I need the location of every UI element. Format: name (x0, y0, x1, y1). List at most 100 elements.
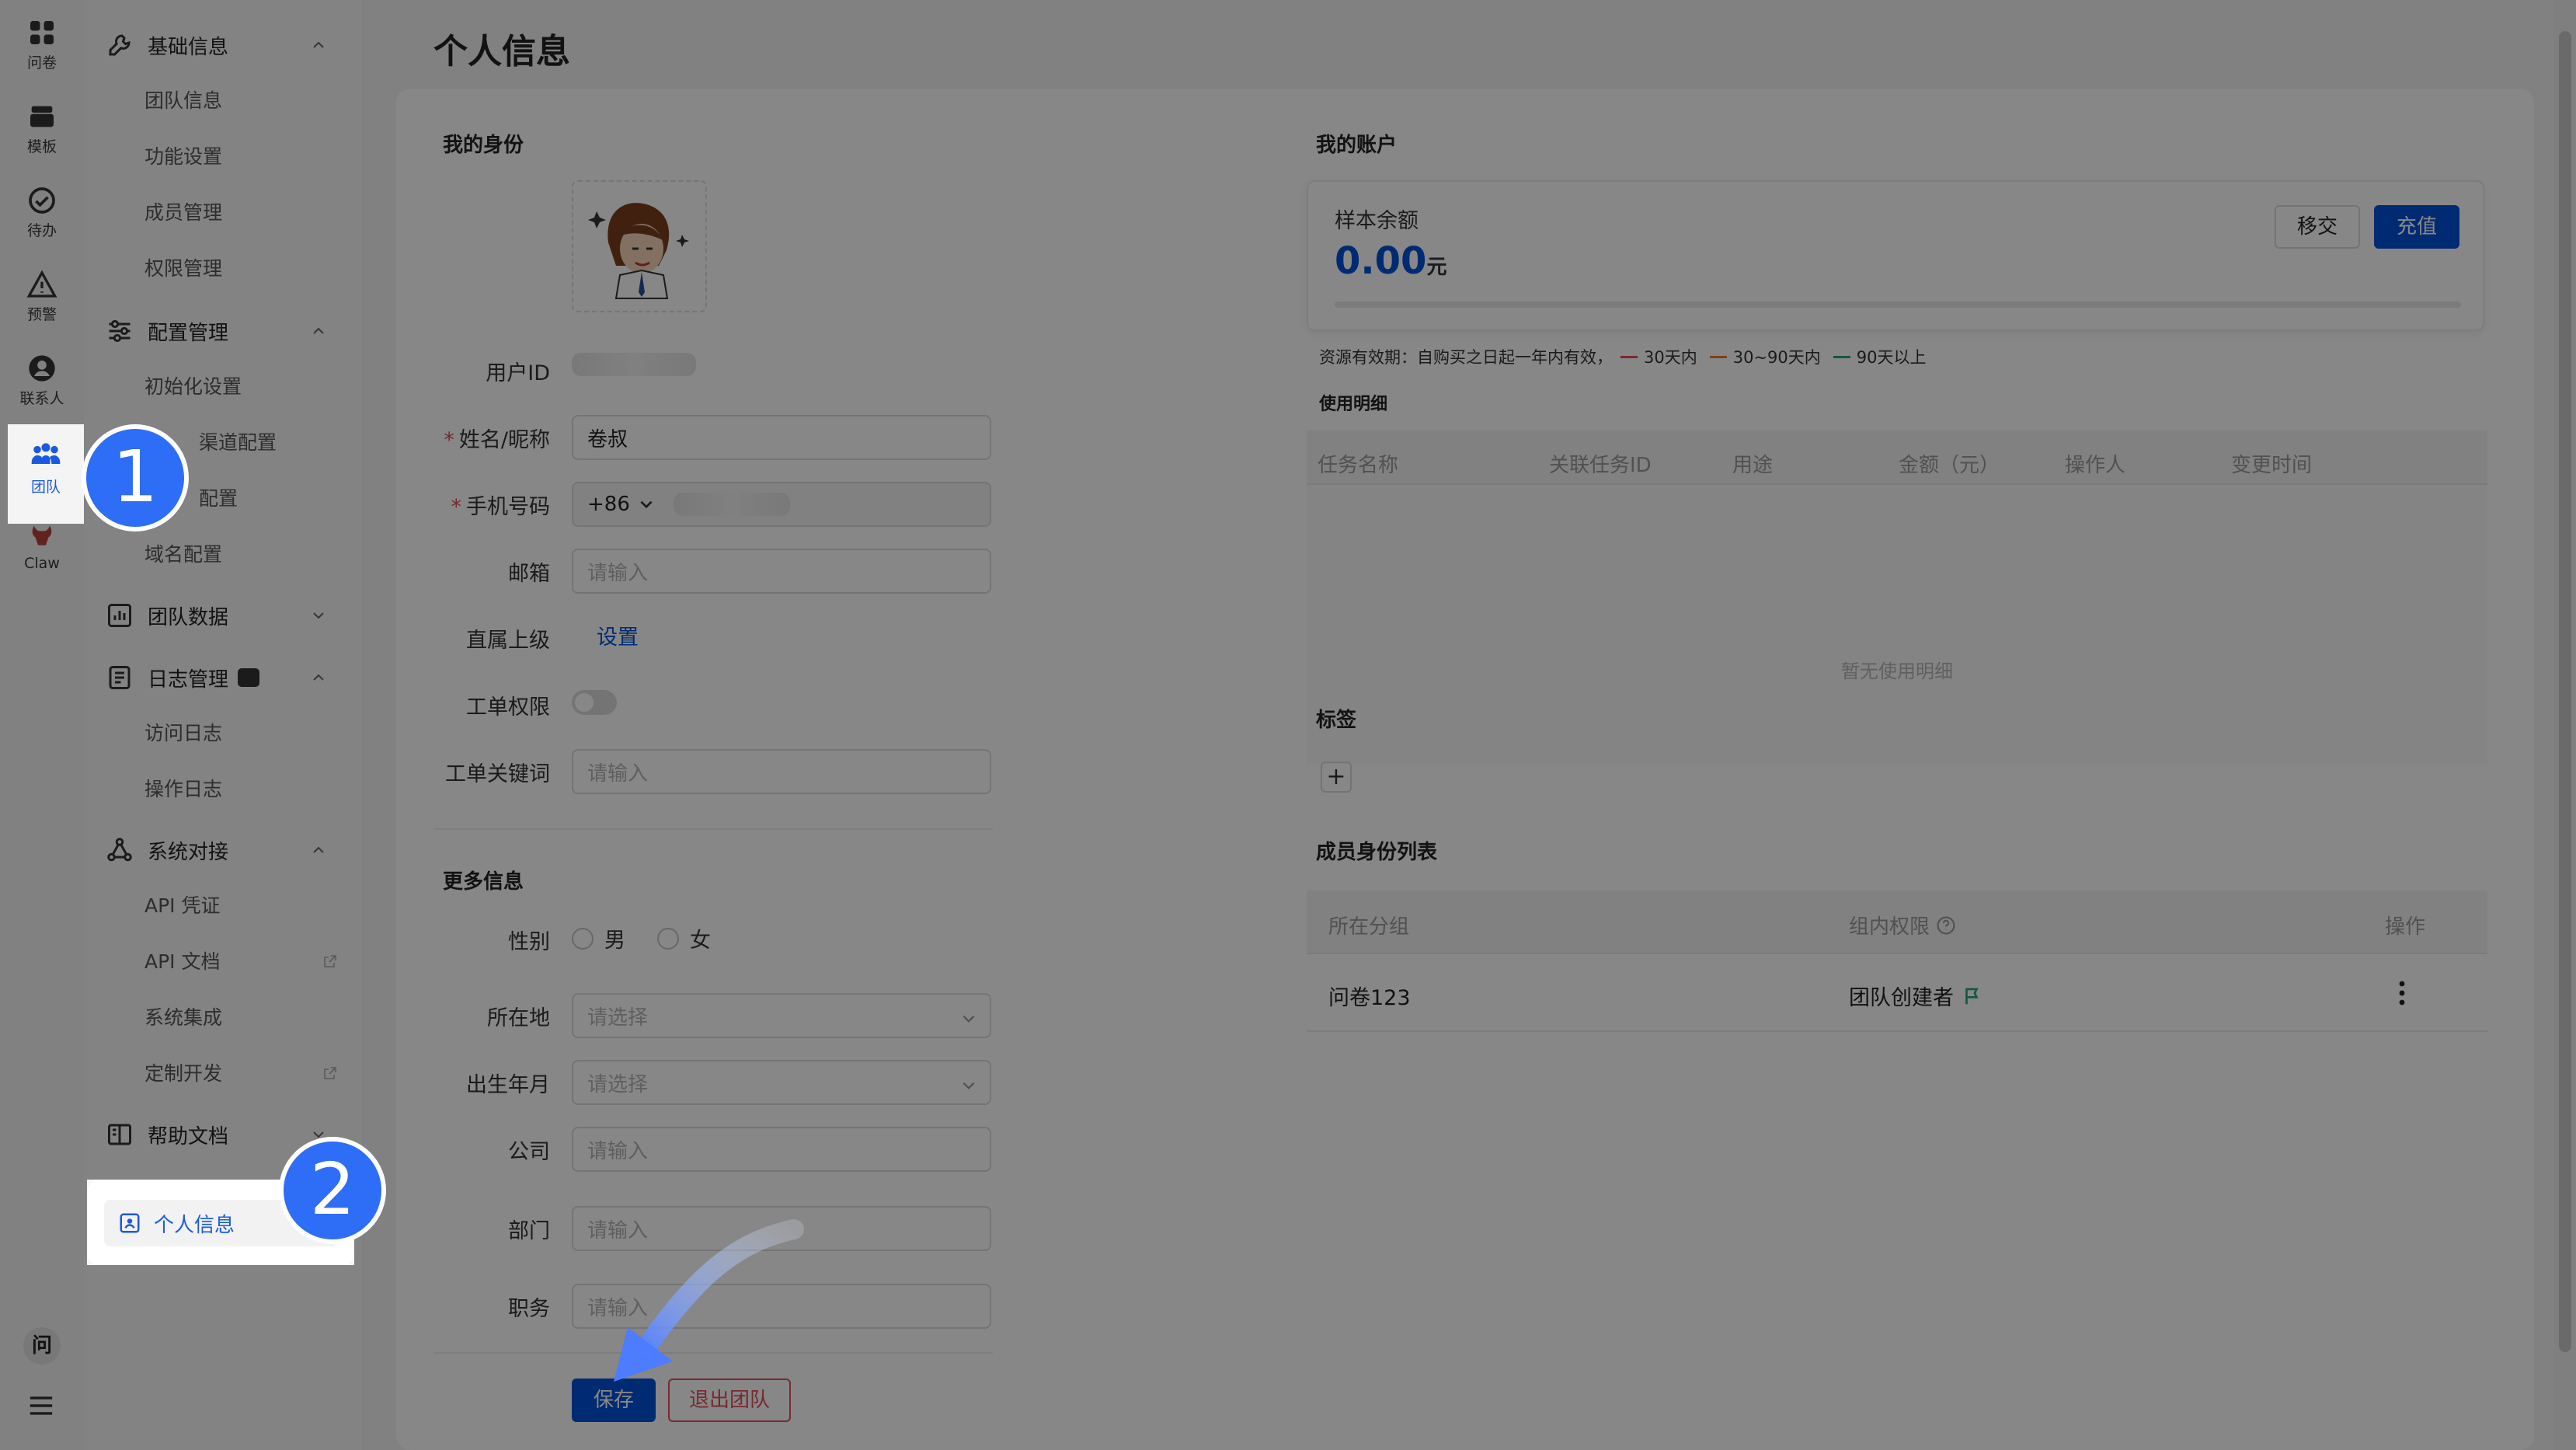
nav-item-access-log[interactable]: 访问日志 (144, 709, 362, 755)
phone-value (673, 493, 790, 516)
claw-icon (32, 525, 52, 545)
rail-item-template[interactable]: 模板 (5, 92, 79, 166)
nav-item-permissions[interactable]: 权限管理 (144, 244, 362, 291)
members-col-action: 操作 (2385, 915, 2426, 939)
set-superior-link[interactable]: 设置 (597, 620, 639, 650)
app-logo[interactable]: 问 (23, 1327, 61, 1365)
email-label: 邮箱 (508, 562, 550, 586)
location-select[interactable]: 请选择 (572, 993, 991, 1038)
ticket-permission-toggle[interactable] (572, 690, 617, 715)
members-table-header: 所在分组 组内权限 操作 (1307, 891, 2487, 954)
gender-label: 性别 (508, 930, 550, 954)
nav-group-label: 日志管理 (148, 667, 229, 692)
rail-item-survey[interactable]: 问卷 (5, 8, 79, 82)
dept-label: 部门 (508, 1219, 550, 1243)
birth-label: 出生年月 (466, 1073, 550, 1097)
balance-progress-bar (1335, 302, 2461, 308)
rail-item-contacts[interactable]: 联系人 (5, 343, 79, 418)
usage-col-purpose: 用途 (1732, 454, 1774, 477)
flag-icon (1965, 988, 1979, 1004)
avatar-icon (588, 203, 689, 299)
member-role: 团队创建者 (1849, 981, 1982, 1011)
scrollbar-track[interactable] (2554, 0, 2576, 1450)
company-field[interactable]: 请输入 (572, 1127, 991, 1172)
nav-item-domain[interactable]: 域名配置 (144, 530, 362, 577)
nav-item-operation-log[interactable]: 操作日志 (144, 765, 362, 811)
external-link-icon (324, 955, 336, 967)
ticket-keyword-field[interactable]: 请输入 (572, 749, 991, 794)
scrollbar-thumb[interactable] (2559, 31, 2571, 1352)
birth-select[interactable]: 请选择 (572, 1060, 991, 1105)
team-icon (31, 443, 61, 464)
rail-label: Claw (24, 555, 60, 572)
nav-group-basic[interactable]: 基础信息 (106, 22, 354, 68)
menu-icon[interactable] (28, 1394, 54, 1417)
usage-col-task: 任务名称 (1318, 454, 1399, 477)
account-section-title: 我的账户 (1316, 134, 1398, 157)
gender-male-radio[interactable]: 男 (572, 923, 625, 953)
step-badge-1: 1 (82, 424, 189, 532)
nav-group-label: 团队数据 (148, 605, 229, 629)
members-col-role: 组内权限 (1849, 911, 1956, 939)
nav-group-label: 帮助文档 (148, 1124, 229, 1148)
nav-item-api-docs[interactable]: API 文档 (144, 937, 362, 984)
chevron-up-icon (313, 41, 324, 48)
apps-icon (30, 21, 54, 44)
nav-group-system[interactable]: 系统对接 (106, 827, 354, 873)
nav-item-api-credential[interactable]: API 凭证 (144, 881, 362, 928)
nav-group-logs[interactable]: 日志管理 (106, 654, 354, 701)
location-label: 所在地 (487, 1006, 550, 1030)
nav-item-features[interactable]: 功能设置 (144, 132, 362, 179)
nav-item-integration[interactable]: 系统集成 (144, 993, 362, 1040)
user-id-value (572, 353, 696, 376)
members-section-title: 成员身份列表 (1316, 841, 1438, 864)
divider (433, 828, 993, 830)
rail-label: 问卷 (26, 54, 57, 71)
avatar[interactable] (572, 180, 707, 312)
help-circle-icon[interactable] (1936, 915, 1956, 936)
usage-empty-text: 暂无使用明细 (1841, 661, 1953, 682)
chevron-down-icon (640, 500, 653, 509)
balance-card: 样本余额 0.00元 移交 充值 (1307, 180, 2484, 331)
nav-item-label: 个人信息 (154, 1213, 235, 1237)
balance-value: 0.00元 (1335, 239, 1447, 283)
tutorial-arrow-icon (614, 1219, 804, 1382)
more-vertical-icon[interactable] (2386, 978, 2418, 1009)
nav-item-init[interactable]: 初始化设置 (144, 362, 362, 409)
nav-item-custom-dev[interactable]: 定制开发 (144, 1049, 362, 1096)
job-label: 职务 (508, 1297, 550, 1321)
sliders-icon (109, 319, 131, 343)
app-rail: 问卷 模板 待办 预警 联系人 Claw 问 (0, 0, 84, 1450)
email-field[interactable]: 请输入 (572, 549, 991, 594)
nav-item-members[interactable]: 成员管理 (144, 188, 362, 235)
transfer-button[interactable]: 移交 (2275, 205, 2360, 249)
rail-item-todo[interactable]: 待办 (5, 176, 79, 250)
nav-group-label: 基础信息 (148, 35, 229, 59)
phone-field[interactable]: +86 (572, 482, 991, 527)
nav-group-label: 系统对接 (148, 840, 229, 864)
ticket-permission-label: 工单权限 (466, 695, 550, 720)
table-row: 问卷123 团队创建者 (1307, 954, 2487, 1032)
check-circle-icon (29, 187, 55, 214)
rail-item-alert[interactable]: 预警 (5, 260, 79, 334)
user-id-label: 用户ID (486, 361, 550, 385)
member-group: 问卷123 (1328, 986, 1411, 1010)
page-title: 个人信息 (433, 32, 570, 71)
nav-group-config[interactable]: 配置管理 (106, 308, 354, 354)
recharge-button[interactable]: 充值 (2374, 205, 2459, 249)
rail-item-team[interactable]: 团队 (8, 424, 84, 524)
usage-col-time: 变更时间 (2231, 454, 2313, 477)
add-tag-button[interactable]: + (1321, 762, 1352, 793)
phone-prefix[interactable]: +86 (587, 493, 630, 516)
gender-female-radio[interactable]: 女 (657, 923, 711, 953)
rail-label: 团队 (30, 479, 61, 496)
nav-item-team-info[interactable]: 团队信息 (144, 76, 362, 123)
chevron-up-icon (313, 327, 324, 334)
more-section-title: 更多信息 (443, 870, 524, 894)
wrench-icon (109, 34, 131, 56)
name-label: * 姓名/昵称 (444, 428, 550, 452)
name-field[interactable]: 卷叔 (572, 415, 991, 460)
superior-label: 直属上级 (466, 629, 550, 653)
nav-group-team-data[interactable]: 团队数据 (106, 592, 354, 639)
chevron-down-icon (313, 612, 324, 619)
